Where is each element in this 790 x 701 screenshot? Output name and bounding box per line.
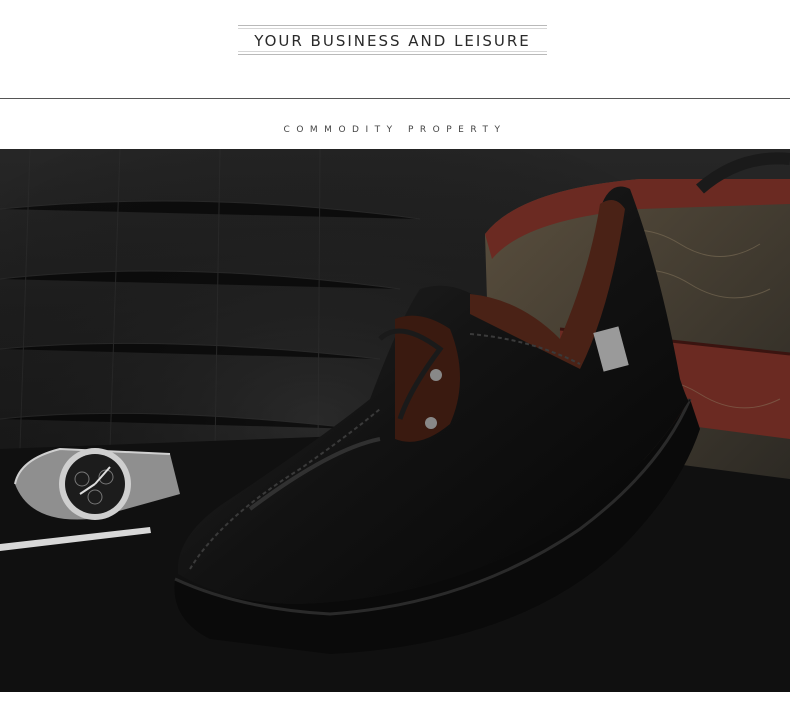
page-title: YOUR BUSINESS AND LEISURE: [254, 32, 531, 50]
section-subtitle: COMMODITY PROPERTY: [283, 125, 507, 135]
product-photo-illustration: [0, 149, 790, 692]
title-rule-bottom-inner: [238, 51, 547, 52]
product-photo: [0, 149, 790, 692]
page-header: YOUR BUSINESS AND LEISURE: [0, 0, 790, 98]
title-banner: YOUR BUSINESS AND LEISURE: [238, 25, 547, 55]
bottom-margin: [0, 692, 790, 701]
section-divider: [0, 98, 790, 99]
title-rule-top: [238, 25, 547, 26]
title-rule-top-inner: [238, 28, 547, 29]
title-rule-bottom: [238, 54, 547, 55]
